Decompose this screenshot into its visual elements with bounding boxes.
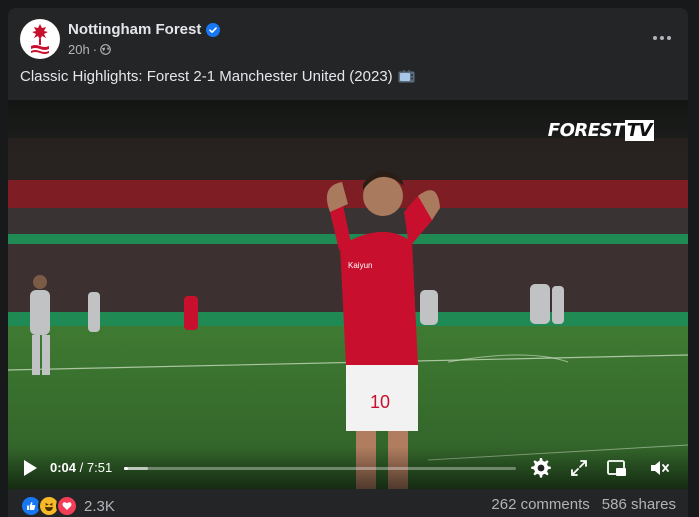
globe-icon (100, 44, 111, 55)
club-crest-icon (31, 24, 49, 54)
video-controls: 0:04 / 7:51 (8, 447, 688, 489)
post-footer: 2.3K 262 comments 586 shares (8, 489, 688, 517)
post-caption: Classic Highlights: Forest 2-1 Mancheste… (20, 68, 415, 85)
time-separator: / (79, 460, 87, 475)
post-time[interactable]: 20h (68, 42, 90, 57)
meta-separator: · (92, 42, 98, 57)
settings-icon[interactable] (530, 457, 552, 479)
more-options-button[interactable] (650, 26, 674, 50)
svg-text:10: 10 (370, 392, 390, 412)
more-icon (653, 36, 671, 40)
seek-buffer (124, 467, 148, 470)
time-display: 0:04 / 7:51 (50, 460, 112, 475)
svg-text:Kaiyun: Kaiyun (348, 261, 372, 270)
seek-progress (124, 467, 128, 470)
forest-tv-watermark: FOREST TV (548, 120, 654, 141)
mute-icon[interactable] (648, 457, 670, 479)
page-name[interactable]: Nottingham Forest (68, 21, 201, 38)
post-card: Nottingham Forest 20h · Classic Highligh… (8, 8, 688, 517)
brand-tv: TV (624, 120, 654, 141)
shares-link[interactable]: 586 shares (602, 496, 676, 513)
fullscreen-icon[interactable] (568, 457, 590, 479)
engagement-stats: 262 comments 586 shares (491, 496, 676, 513)
video-frame: 10 Kaiyun (8, 100, 688, 489)
brand-text: FOREST (547, 120, 625, 141)
pip-icon[interactable] (606, 457, 628, 479)
reaction-summary[interactable]: 2.3K (20, 495, 115, 517)
verified-badge-icon (206, 22, 221, 37)
play-icon[interactable] (22, 459, 38, 477)
love-reaction-icon (56, 495, 78, 517)
caption-text: Classic Highlights: Forest 2-1 Mancheste… (20, 68, 393, 85)
video-player[interactable]: 10 Kaiyun FOREST TV 0:04 / 7:51 (8, 100, 688, 489)
comments-link[interactable]: 262 comments (491, 496, 589, 513)
page-avatar[interactable] (20, 19, 60, 59)
reaction-count: 2.3K (84, 497, 115, 515)
tv-emoji-icon (398, 70, 415, 83)
seek-bar[interactable] (124, 467, 516, 470)
post-header: Nottingham Forest 20h · (8, 8, 688, 68)
duration: 7:51 (86, 460, 113, 475)
current-time: 0:04 (50, 460, 77, 475)
